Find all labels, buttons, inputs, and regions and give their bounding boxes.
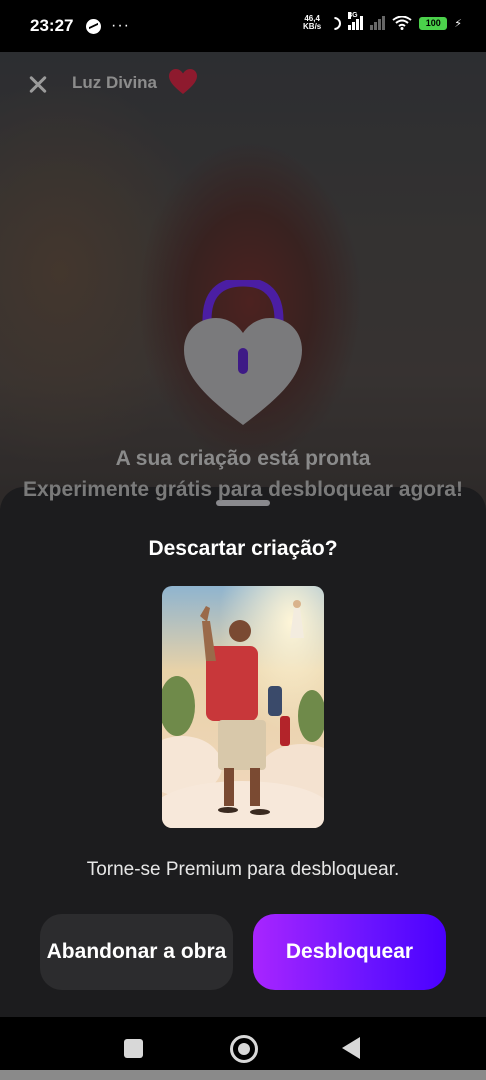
discard-bottom-sheet: Descartar criação? Torne-se Premium para… <box>0 487 486 1017</box>
status-indicators: 46,4 KB/s 3G 100 ⚡ <box>303 12 462 33</box>
blurred-preview-background: Luz Divina A sua criação está pronta Exp… <box>0 52 486 512</box>
wifi-icon <box>392 16 412 30</box>
status-bar: 23:27 ··· 46,4 KB/s 3G 100 ⚡ <box>0 0 486 52</box>
signal-strength-icon: 3G <box>348 12 364 30</box>
square-icon[interactable] <box>124 1039 143 1058</box>
status-notifications: ··· <box>86 17 130 35</box>
circle-icon[interactable] <box>230 1035 258 1063</box>
network-speed: 46,4 KB/s <box>303 15 321 31</box>
network-speed-unit: KB/s <box>303 22 322 31</box>
free-trial-subtitle: Experimente grátis para desbloquear agor… <box>23 478 463 501</box>
unlock-button[interactable]: Desbloquear <box>253 914 446 990</box>
more-notifications-icon: ··· <box>111 17 130 34</box>
messenger-icon <box>86 18 101 34</box>
sheet-title: Descartar criação? <box>148 537 338 560</box>
charging-icon: ⚡ <box>454 17 462 30</box>
close-icon[interactable] <box>24 70 52 98</box>
battery-icon: 100 <box>419 16 448 30</box>
gesture-strip <box>0 1070 486 1080</box>
premium-message: Torne-se Premium para desbloquear. <box>86 859 400 880</box>
brand-name: Luz Divina <box>72 73 158 92</box>
network-type: 3G <box>348 12 358 19</box>
heart-lock-icon <box>180 277 306 430</box>
status-time: 23:27 <box>30 16 74 35</box>
do-not-disturb-icon <box>325 13 344 33</box>
creation-preview-image <box>162 586 324 828</box>
creation-ready-title: A sua criação está pronta <box>115 447 371 470</box>
back-triangle-icon[interactable] <box>342 1037 360 1059</box>
abandon-button[interactable]: Abandonar a obra <box>40 914 233 990</box>
signal-strength-secondary-icon <box>370 16 386 30</box>
heart-icon <box>168 68 198 101</box>
